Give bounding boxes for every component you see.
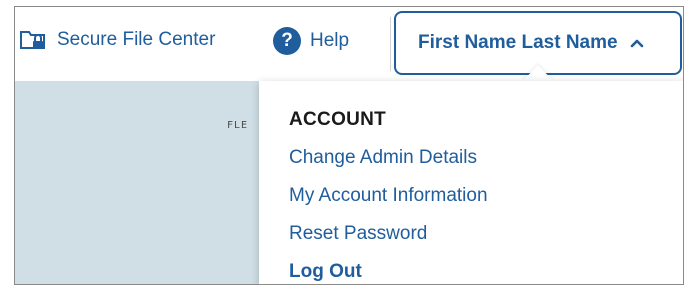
chevron-up-icon — [630, 39, 643, 48]
menu-item-change-admin-details[interactable]: Change Admin Details — [289, 147, 477, 169]
header-divider — [390, 17, 391, 71]
menu-item-log-out[interactable]: Log Out — [289, 261, 362, 283]
help-link[interactable]: ? Help — [273, 27, 349, 55]
app-frame: Secure File Center ? Help First Name Las… — [14, 6, 684, 285]
question-circle-icon: ? — [273, 27, 301, 55]
top-header: Secure File Center ? Help First Name Las… — [15, 7, 683, 81]
help-label: Help — [310, 30, 350, 51]
menu-item-my-account-information[interactable]: My Account Information — [289, 185, 488, 207]
user-name-label: First Name Last Name — [418, 32, 618, 53]
folder-lock-icon — [20, 31, 45, 49]
background-label: FLE — [227, 120, 249, 131]
menu-item-reset-password[interactable]: Reset Password — [289, 223, 427, 245]
account-section-title: ACCOUNT — [289, 109, 387, 130]
secure-file-center-link[interactable]: Secure File Center — [19, 29, 215, 51]
secure-file-center-label: Secure File Center — [57, 29, 216, 50]
account-dropdown-menu: ACCOUNT Change Admin Details My Account … — [259, 81, 683, 284]
